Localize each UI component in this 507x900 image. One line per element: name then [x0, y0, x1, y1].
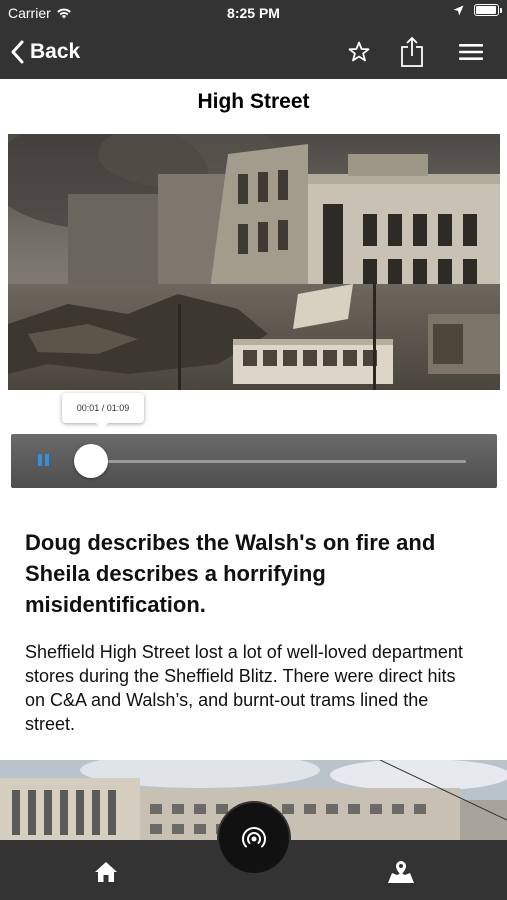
- chevron-left-icon: [11, 40, 24, 64]
- tab-home[interactable]: [91, 857, 121, 887]
- back-button[interactable]: Back: [10, 35, 80, 69]
- star-icon: [348, 41, 370, 62]
- seek-thumb[interactable]: [73, 444, 108, 478]
- hero-photo: [8, 134, 500, 390]
- share-button[interactable]: [397, 36, 427, 67]
- article-body: Sheffield High Street lost a lot of well…: [25, 642, 463, 734]
- map-icon: [388, 861, 414, 883]
- tab-map[interactable]: [386, 857, 416, 887]
- status-right: [453, 4, 502, 16]
- status-time: 8:25 PM: [227, 5, 280, 21]
- pause-icon-bar-right: [45, 454, 49, 466]
- blitz-photo-illustration: [8, 134, 500, 390]
- time-tooltip: 00:01 / 01:09: [62, 393, 144, 429]
- broadcast-icon: [242, 827, 266, 848]
- back-label: Back: [30, 40, 81, 63]
- article-headline: Doug describes the Walsh's on fire and S…: [25, 530, 436, 617]
- pause-icon-bar-left: [38, 454, 42, 466]
- menu-icon: [459, 44, 483, 60]
- seek-track[interactable]: [81, 460, 466, 463]
- home-icon: [95, 862, 117, 882]
- page-title: High Street: [197, 90, 310, 113]
- favorite-button[interactable]: [344, 37, 374, 67]
- status-bar: Carrier 8:25 PM: [0, 0, 507, 26]
- nav-bar: Back: [0, 26, 507, 79]
- pause-button[interactable]: [38, 454, 52, 468]
- audio-player: [11, 434, 497, 488]
- battery-fill: [476, 6, 496, 14]
- battery-icon: [474, 4, 502, 16]
- menu-button[interactable]: [456, 37, 486, 67]
- listen-button[interactable]: [219, 803, 289, 873]
- share-icon: [401, 36, 423, 67]
- location-arrow-icon: [453, 5, 464, 15]
